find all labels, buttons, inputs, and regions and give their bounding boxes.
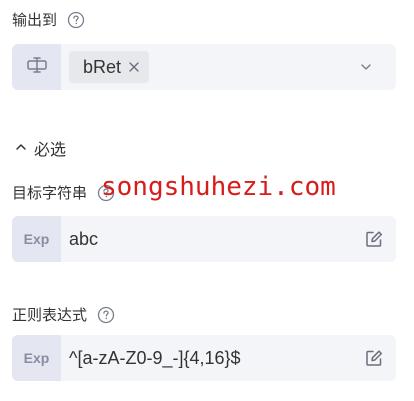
target-string-label: 目标字符串 (12, 184, 88, 202)
section-label: 必选 (34, 140, 67, 159)
edit-icon[interactable] (364, 229, 384, 249)
output-config-panel: 输出到 bRet 必选 目标字符串 Exp abc 正则表达式 Exp ^[a-… (0, 0, 414, 401)
question-circle-icon[interactable] (97, 306, 115, 324)
edit-icon[interactable] (364, 348, 384, 368)
target-string-label-row: 目标字符串 (12, 182, 115, 203)
output-label-row: 输出到 (12, 9, 85, 30)
regex-value[interactable]: ^[a-zA-Z0-9_-]{4,16}$ (69, 348, 364, 369)
prefix-label: Exp (23, 231, 50, 247)
regex-label: 正则表达式 (12, 306, 88, 324)
regex-field[interactable]: Exp ^[a-zA-Z0-9_-]{4,16}$ (12, 335, 396, 381)
target-string-value[interactable]: abc (69, 229, 364, 250)
tag-label: bRet (83, 56, 122, 77)
variable-icon (25, 54, 49, 80)
output-select[interactable]: bRet (12, 44, 396, 90)
watermark-text: songshuhezi.com (101, 172, 336, 202)
target-string-field[interactable]: Exp abc (12, 216, 396, 262)
variable-prefix (12, 44, 61, 90)
output-label: 输出到 (12, 11, 58, 29)
expression-prefix: Exp (12, 335, 61, 381)
question-circle-icon[interactable] (67, 11, 85, 29)
chevron-down-icon[interactable] (356, 57, 376, 77)
close-icon[interactable] (127, 60, 141, 74)
regex-label-row: 正则表达式 (12, 304, 115, 325)
required-section-toggle[interactable]: 必选 (14, 136, 66, 160)
prefix-label: Exp (23, 350, 50, 366)
chevron-up-icon (14, 139, 28, 158)
expression-prefix: Exp (12, 216, 61, 262)
selected-variable-tag[interactable]: bRet (69, 51, 150, 83)
